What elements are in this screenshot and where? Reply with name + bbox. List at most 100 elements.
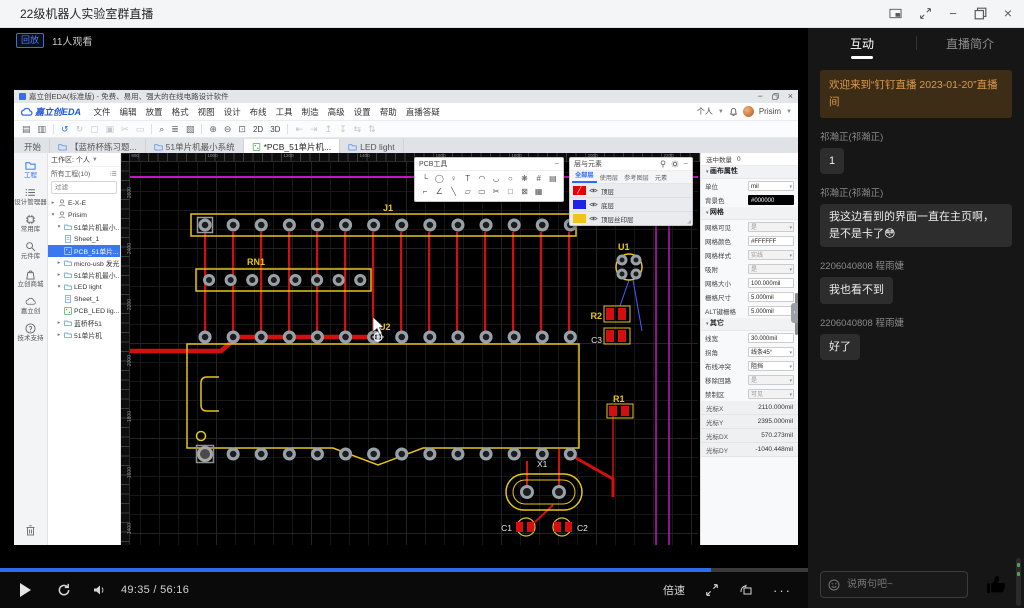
restore-icon[interactable] — [974, 7, 987, 20]
minimize-icon[interactable]: − — [949, 7, 957, 20]
layer-row-bottom[interactable]: 底层 — [570, 198, 692, 212]
chat-input[interactable] — [845, 578, 967, 591]
menu-live-qa[interactable]: 直播答疑 — [401, 106, 444, 118]
tool-arc-icon[interactable]: ◠ — [475, 172, 489, 185]
tree-project-51min-2[interactable]: ▸51单片机最小... — [48, 269, 120, 281]
rotate-screen-icon[interactable] — [739, 583, 753, 597]
fullscreen-icon[interactable] — [919, 7, 932, 20]
tab-interaction[interactable]: 互动 — [808, 35, 916, 52]
panel-resize-handle[interactable]: ◢ — [687, 219, 691, 225]
all-projects-row[interactable]: 所有工程(10) — [48, 167, 120, 179]
corner-select[interactable]: 线条45° — [748, 347, 794, 357]
grid-style-select[interactable]: 实线 — [748, 250, 794, 260]
chat-scrollbar[interactable] — [1016, 558, 1021, 606]
alt-snap-field[interactable]: 5.000mil — [748, 306, 794, 316]
layers-panel-titlebar[interactable]: 层与元素 − — [570, 158, 692, 171]
tree-project-lanqiao51[interactable]: ▸蓝桥杯51 — [48, 317, 120, 329]
tab-stream-intro[interactable]: 直播简介 — [916, 35, 1024, 52]
search-icon[interactable]: ⌕ — [159, 125, 164, 134]
menu-edit[interactable]: 编辑 — [115, 106, 141, 118]
zoom-in-icon[interactable]: ⊕ — [209, 125, 217, 134]
tool-corner-icon[interactable]: ⌐ — [418, 185, 432, 198]
rail-design-manager[interactable]: 设计管理器 — [14, 183, 47, 210]
keepout-select[interactable]: 可见 — [748, 389, 794, 399]
workspace-switcher[interactable]: 个人 — [697, 106, 713, 117]
view-3d-button[interactable]: 3D — [270, 125, 280, 134]
distribute-h-icon[interactable]: ⇆ — [354, 125, 362, 134]
tool-circle-center-icon[interactable]: ○ — [503, 172, 517, 185]
layer-tab-reference[interactable]: 参考图层 — [621, 173, 652, 182]
remove-loop-select[interactable]: 是 — [748, 375, 794, 385]
tool-dimension-icon[interactable]: # — [532, 172, 546, 185]
menu-settings[interactable]: 设置 — [349, 106, 375, 118]
view-2d-button[interactable]: 2D — [253, 125, 263, 134]
tool-via-icon[interactable]: ♀ — [446, 172, 460, 185]
tree-led-sheet1[interactable]: Sheet_1 — [48, 293, 120, 305]
more-options-icon[interactable]: ··· — [773, 583, 792, 598]
eye-icon[interactable] — [589, 215, 598, 222]
menu-format[interactable]: 格式 — [167, 106, 193, 118]
eda-maximize-icon[interactable] — [772, 93, 779, 100]
align-right-icon[interactable]: ⇥ — [310, 125, 318, 134]
grid-size-field[interactable]: 100.000mil — [748, 278, 794, 288]
unit-select[interactable]: mil — [748, 181, 794, 191]
tree-project-51min[interactable]: ▾51单片机最小... — [48, 221, 120, 233]
tab-51-min-system[interactable]: 51单片机最小系统 — [146, 139, 244, 154]
rail-project[interactable]: 工程 — [14, 156, 47, 183]
eda-titlebar[interactable]: 嘉立创EDA(标准版) - 免费、易用、强大的在线电路设计软件 − × — [14, 90, 798, 103]
eda-close-icon[interactable]: × — [788, 92, 793, 101]
tab-pcb-51-active[interactable]: *PCB_51单片机... — [244, 139, 341, 154]
tool-rect-icon[interactable]: □ — [503, 185, 517, 198]
panel-collapse-handle[interactable]: › — [791, 303, 798, 323]
snap-select[interactable]: 是 — [748, 264, 794, 274]
tree-sheet1[interactable]: Sheet_1 — [48, 233, 120, 245]
copy-icon[interactable]: ▣ — [106, 125, 115, 134]
tool-panelize-icon[interactable]: ▦ — [532, 185, 546, 198]
distribute-v-icon[interactable]: ⇅ — [368, 125, 376, 134]
eda-logo[interactable]: 嘉立创EDA — [20, 105, 81, 118]
fullscreen-icon[interactable] — [705, 583, 719, 597]
layer-tab-used[interactable]: 使用层 — [597, 173, 622, 182]
layer-row-top[interactable]: ╱ 顶层 — [570, 184, 692, 198]
conflict-select[interactable]: 阻挡 — [748, 361, 794, 371]
reload-icon[interactable] — [57, 583, 71, 597]
gear-icon[interactable] — [671, 160, 679, 168]
tool-circle-icon[interactable]: ◯ — [432, 172, 446, 185]
username[interactable]: Prisim — [759, 107, 781, 116]
rail-tech-support[interactable]: 技术支持 — [14, 319, 47, 346]
video-region[interactable]: 回放 11人观看 嘉立创EDA(标准版) - 免费、易用、强大的在线电路设计软件… — [0, 28, 808, 608]
tree-user-prisim[interactable]: ▾Prisim — [48, 209, 120, 221]
cut-icon[interactable]: ✂ — [121, 125, 129, 134]
tree-pcb-led[interactable]: PCB_LED lig... — [48, 305, 120, 317]
eye-icon[interactable] — [589, 187, 598, 194]
background-color-field[interactable]: #000000 — [748, 195, 794, 205]
panel-minimize-icon[interactable]: − — [683, 160, 688, 168]
rail-lcsc-mall[interactable]: 立创商城 — [14, 265, 47, 292]
rail-common-library[interactable]: 常用库 — [14, 210, 47, 237]
tool-copper-area-icon[interactable]: ▭ — [475, 185, 489, 198]
layer-tab-elements[interactable]: 元素 — [652, 173, 670, 182]
delete-icon[interactable]: ▭ — [136, 125, 145, 134]
rail-jlc[interactable]: 嘉立创 — [14, 292, 47, 319]
align-top-icon[interactable]: ↥ — [325, 125, 333, 134]
tree-filter-input[interactable] — [52, 184, 116, 191]
menu-fabrication[interactable]: 制造 — [297, 106, 323, 118]
tab-lanqiao-practice[interactable]: 【蓝桥杯练习题... — [50, 139, 146, 154]
trash-button[interactable] — [14, 521, 47, 539]
tree-project-51mcu[interactable]: ▸51单片机 — [48, 329, 120, 341]
undo-icon[interactable]: ↺ — [61, 125, 69, 134]
preview-icon[interactable]: ▧ — [186, 125, 195, 134]
menu-route[interactable]: 布线 — [245, 106, 271, 118]
layer-tab-all[interactable]: 全部层 — [572, 171, 597, 183]
align-bottom-icon[interactable]: ↧ — [339, 125, 347, 134]
menu-place[interactable]: 放置 — [141, 106, 167, 118]
play-button[interactable] — [20, 583, 31, 597]
tool-image-icon[interactable]: ▤ — [546, 172, 560, 185]
redo-icon[interactable]: ↻ — [76, 125, 84, 134]
workspace-row[interactable]: 工作区: 个人▼ — [48, 153, 120, 167]
grid-color-field[interactable]: #FFFFFF — [748, 236, 794, 246]
tab-start[interactable]: 开始 — [16, 139, 50, 154]
eye-icon[interactable] — [589, 201, 598, 208]
align-left-icon[interactable]: ⇤ — [295, 125, 303, 134]
tree-project-ledlight[interactable]: ▾LED light — [48, 281, 120, 293]
